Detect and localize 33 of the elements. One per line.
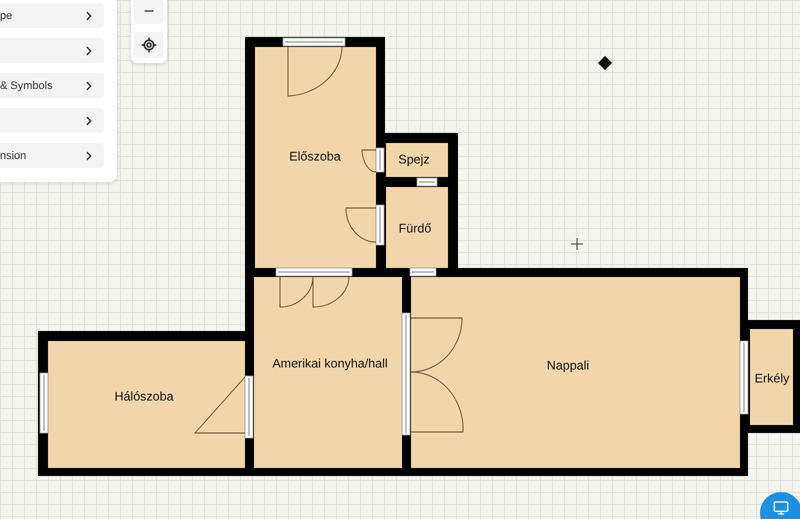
room-label: Amerikai konyha/hall <box>272 356 388 370</box>
door-swing <box>280 276 350 308</box>
door-swing <box>346 208 376 242</box>
door-swing <box>194 376 246 434</box>
room-label: Hálószoba <box>114 389 174 404</box>
menu-item-label: pe <box>0 10 12 22</box>
door-swing <box>288 46 342 96</box>
window-drawing <box>40 372 48 434</box>
window-drawing <box>410 268 436 276</box>
window-drawing <box>416 178 438 186</box>
window-drawing <box>244 376 254 438</box>
room-label: Előszoba <box>289 149 341 164</box>
room-label: Nappali <box>546 358 590 372</box>
menu-item[interactable]: nsion <box>0 143 104 168</box>
door-swing <box>362 150 376 172</box>
menu-item[interactable]: pe <box>0 3 104 28</box>
crosshair-icon <box>570 238 584 250</box>
menu-item[interactable] <box>0 38 104 63</box>
menu-item-label: & Symbols <box>0 80 53 92</box>
monitor-icon <box>773 500 789 516</box>
room-label: Spejz <box>398 152 430 166</box>
window-drawing <box>376 204 384 246</box>
window-drawing <box>376 148 384 172</box>
window-drawing <box>282 38 346 46</box>
locate-button[interactable] <box>134 32 164 58</box>
crosshair-target-icon <box>141 37 157 53</box>
room-label: Fürdő <box>398 221 432 236</box>
diamond-marker-icon <box>598 56 612 70</box>
menu-item[interactable]: & Symbols <box>0 73 104 98</box>
room-label: Erkély <box>754 371 790 386</box>
zoom-out-button[interactable] <box>134 0 164 24</box>
menu-item[interactable] <box>0 108 104 133</box>
menu-item-label: nsion <box>0 150 26 162</box>
